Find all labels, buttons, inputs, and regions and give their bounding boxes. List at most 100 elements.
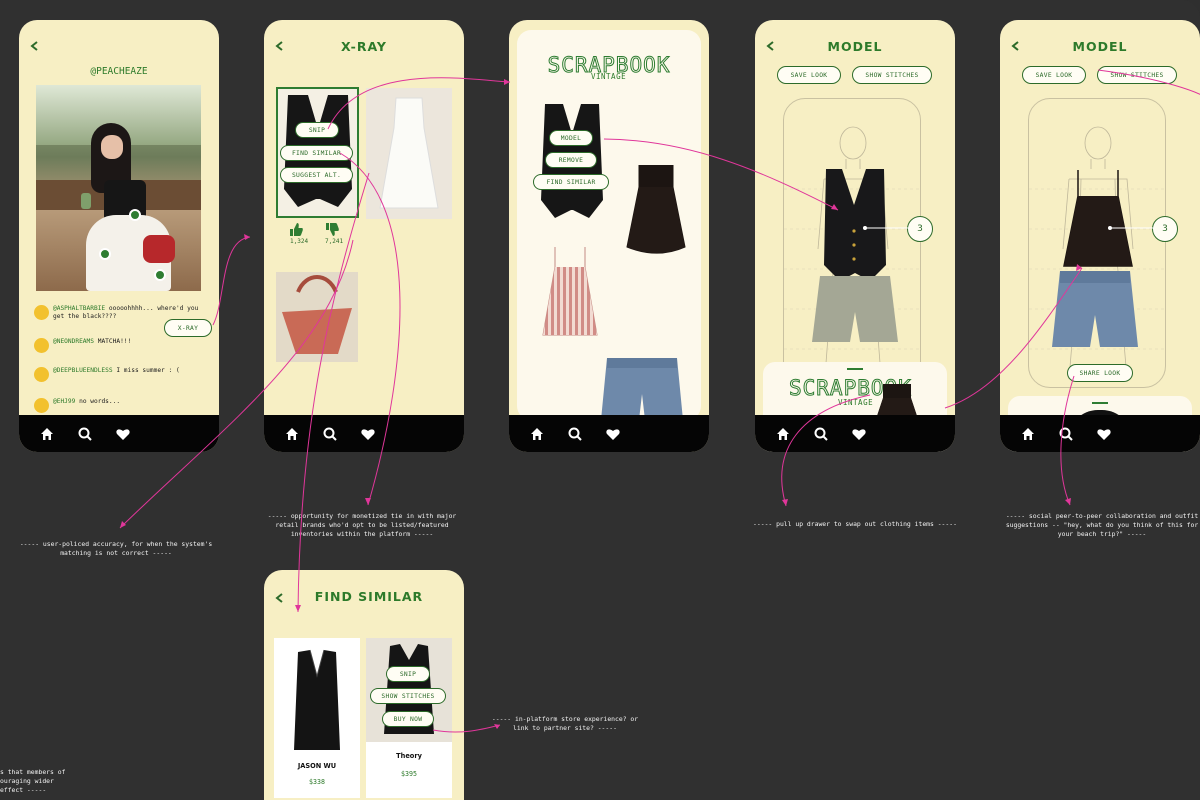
heart-icon[interactable] [1096, 426, 1112, 442]
dislikes-count: 7,241 [325, 238, 344, 245]
annotation-cut-2: ouraging wider [0, 777, 54, 785]
comment-text: MATCHA!!! [97, 338, 132, 345]
tag-dot-bag[interactable] [154, 269, 166, 281]
model-button[interactable]: MODEL [549, 130, 593, 146]
comment-handle[interactable]: @EHJ99 [53, 398, 75, 405]
model-screen-share: MODEL SAVE LOOK SHOW STITCHES 3 SHARE LO… [1000, 20, 1200, 452]
likes-count: 1,324 [290, 238, 309, 245]
drawer-handle[interactable] [1092, 402, 1108, 404]
stitch-connector [863, 226, 909, 230]
home-icon[interactable] [775, 426, 791, 442]
product-brand: JASON WU [297, 762, 337, 770]
show-stitches-button[interactable]: SHOW STITCHES [370, 688, 446, 704]
product-brand: Theory [396, 752, 422, 760]
comment-handle[interactable]: @ASPHALTBARBIE [53, 305, 105, 312]
emoji-icon [34, 338, 49, 353]
tag-dot-skirt[interactable] [99, 248, 111, 260]
scrapbook-screen: SCRAPBOOK VINTAGE MODEL REMOVE FIND SIMI… [509, 20, 709, 452]
annotation-drawer: ----- pull up drawer to swap out clothin… [753, 520, 957, 528]
stitch-connector [1108, 226, 1154, 230]
tab-bar [264, 415, 464, 452]
stitch-count-badge[interactable]: 3 [1152, 216, 1178, 242]
denim-shorts-item[interactable] [597, 354, 687, 420]
search-icon[interactable] [813, 426, 829, 442]
xray-button[interactable]: X-RAY [164, 319, 212, 337]
comment-text: no words... [79, 398, 121, 405]
heart-icon[interactable] [360, 426, 376, 442]
save-look-button[interactable]: SAVE LOOK [1022, 66, 1086, 84]
share-look-button[interactable]: SHARE LOOK [1067, 364, 1133, 382]
snip-button[interactable]: SNIP [295, 122, 339, 138]
show-stitches-button[interactable]: SHOW STITCHES [852, 66, 932, 84]
modeled-cami[interactable] [1058, 170, 1138, 270]
xray-screen: X-RAY SNIP FIND SIMILAR SUGGEST ALT. 1,3… [264, 20, 464, 452]
annotation-store: ----- in-platform store experience? or l… [491, 715, 639, 732]
home-icon[interactable] [529, 426, 545, 442]
home-icon[interactable] [1020, 426, 1036, 442]
white-dress-image[interactable] [366, 88, 452, 219]
save-look-button[interactable]: SAVE LOOK [777, 66, 841, 84]
thumbs-up-icon[interactable] [289, 223, 303, 236]
feed-photo [36, 85, 201, 291]
annotation-monetized: ----- opportunity for monetized tie in w… [267, 512, 457, 538]
annotation-user-policed: ----- user-policed accuracy, for when th… [19, 540, 213, 557]
red-bag-image[interactable] [276, 272, 358, 362]
design-canvas: @PEACHEAZE @ASPHALTBARBIE ooooohhhh... w… [0, 0, 1200, 800]
product-card[interactable]: JASON WU $338 [274, 638, 360, 798]
snip-button[interactable]: SNIP [386, 666, 430, 682]
comment: @NEONDREAMS MATCHA!!! [34, 338, 204, 353]
tab-bar [755, 415, 955, 452]
black-cami-item[interactable] [617, 163, 693, 259]
screen-title: X-RAY [341, 39, 387, 54]
product-price: $338 [309, 778, 325, 786]
model-screen-drawer: MODEL SAVE LOOK SHOW STITCHES 3 SCRAPBOO… [755, 20, 955, 452]
screen-title: MODEL [827, 39, 883, 54]
thumbs-down-icon[interactable] [325, 223, 339, 236]
back-arrow-icon[interactable] [29, 40, 41, 52]
show-stitches-button[interactable]: SHOW STITCHES [1097, 66, 1177, 84]
comment: @DEEPBLUEENDLESS I miss summer : ( [34, 367, 204, 382]
tag-dot-vest[interactable] [129, 209, 141, 221]
remove-button[interactable]: REMOVE [545, 152, 597, 168]
find-similar-button[interactable]: FIND SIMILAR [533, 174, 609, 190]
find-similar-screen: FIND SIMILAR JASON WU $338 Theory $395 S… [264, 570, 464, 800]
home-icon[interactable] [284, 426, 300, 442]
screen-title: FIND SIMILAR [314, 589, 424, 604]
screen-title: MODEL [1072, 39, 1128, 54]
annotation-social: ----- social peer-to-peer collaboration … [1005, 512, 1199, 538]
find-similar-button[interactable]: FIND SIMILAR [280, 145, 353, 161]
feed-username[interactable]: @PEACHEAZE [19, 66, 219, 77]
search-icon[interactable] [77, 426, 93, 442]
comment-handle[interactable]: @DEEPBLUEENDLESS [53, 367, 113, 374]
comment-text: I miss summer : ( [116, 367, 180, 374]
comment: @EHJ99 no words... [34, 398, 204, 413]
tab-bar [19, 415, 219, 452]
comment-handle[interactable]: @NEONDREAMS [53, 338, 94, 345]
scrapbook-subtitle: VINTAGE [591, 72, 627, 81]
buy-now-button[interactable]: BUY NOW [382, 711, 434, 727]
modeled-denim-shorts[interactable] [1050, 267, 1140, 349]
product-price: $395 [401, 770, 417, 778]
striped-cami-item[interactable] [539, 245, 601, 340]
tab-bar [509, 415, 709, 452]
thumbs-up-emoji-icon [34, 367, 49, 382]
modeled-shorts[interactable] [810, 272, 900, 344]
tab-bar [1000, 415, 1200, 452]
emoji-icon [34, 305, 49, 320]
suggest-alt-button[interactable]: SUGGEST ALT. [280, 167, 353, 183]
heart-icon[interactable] [851, 426, 867, 442]
drawer-handle[interactable] [847, 368, 863, 370]
search-icon[interactable] [322, 426, 338, 442]
jason-wu-vest-image [294, 649, 340, 750]
heart-icon[interactable] [115, 426, 131, 442]
feed-screen: @PEACHEAZE @ASPHALTBARBIE ooooohhhh... w… [19, 20, 219, 452]
search-icon[interactable] [567, 426, 583, 442]
search-icon[interactable] [1058, 426, 1074, 442]
emoji-icon [34, 398, 49, 413]
home-icon[interactable] [39, 426, 55, 442]
annotation-cut-3: effect ----- [0, 786, 47, 794]
modeled-vest[interactable] [820, 165, 890, 285]
heart-icon[interactable] [605, 426, 621, 442]
stitch-count-badge[interactable]: 3 [907, 216, 933, 242]
annotation-cut-1: s that members of [0, 768, 66, 776]
